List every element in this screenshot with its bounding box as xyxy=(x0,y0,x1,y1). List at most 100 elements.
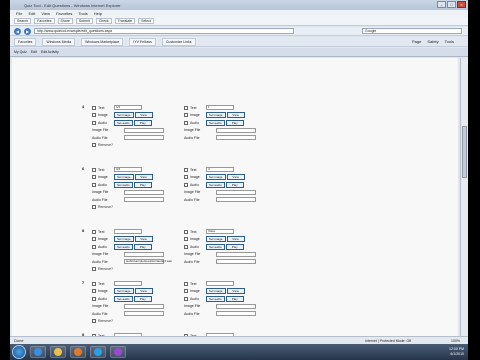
toolbar-share[interactable]: Share xyxy=(57,18,73,24)
play-button[interactable]: Play xyxy=(133,295,152,302)
safety-menu[interactable]: Safety xyxy=(427,39,438,44)
text-input[interactable]: 1/2 xyxy=(114,105,142,111)
menu-edit[interactable]: Edit xyxy=(28,10,35,17)
set-image-button[interactable]: Set image xyxy=(114,288,134,295)
play-button[interactable]: Play xyxy=(225,243,244,250)
audio-checkbox[interactable] xyxy=(92,120,96,125)
set-image-button[interactable]: Set image xyxy=(206,174,226,181)
page-menu[interactable]: Page xyxy=(412,39,421,44)
set-audio-button[interactable]: Set audio xyxy=(206,119,225,126)
tab-edit-activity[interactable]: Edit Activity xyxy=(41,48,59,56)
view-button[interactable]: View xyxy=(226,174,245,181)
search-input[interactable]: Google xyxy=(362,28,462,34)
maximize-button[interactable]: □ xyxy=(447,1,456,8)
set-audio-button[interactable]: Set audio xyxy=(206,243,225,250)
image-file-field[interactable] xyxy=(124,251,164,257)
image-checkbox[interactable] xyxy=(92,175,96,180)
set-audio-button[interactable]: Set audio xyxy=(114,119,133,126)
audio-checkbox[interactable] xyxy=(184,120,188,125)
minimize-button[interactable]: – xyxy=(437,1,446,8)
audio-file-field[interactable] xyxy=(216,259,256,265)
forward-icon[interactable]: ▶ xyxy=(24,27,31,35)
toolbar-select[interactable]: Select xyxy=(138,18,154,24)
view-button[interactable]: View xyxy=(134,112,153,119)
audio-checkbox[interactable] xyxy=(184,296,188,301)
scrollbar-thumb[interactable] xyxy=(462,126,467,178)
audio-file-field[interactable] xyxy=(124,197,164,203)
menu-help[interactable]: Help xyxy=(94,10,102,17)
remove-checkbox[interactable] xyxy=(92,267,96,272)
scrollbar[interactable] xyxy=(460,58,468,336)
back-icon[interactable]: ◀ xyxy=(14,27,21,35)
image-file-field[interactable] xyxy=(124,303,164,309)
fav-link-2[interactable]: Windows Marketplace xyxy=(81,37,124,46)
menu-file[interactable]: File xyxy=(16,10,22,17)
audio-checkbox[interactable] xyxy=(92,296,96,301)
image-file-field[interactable] xyxy=(124,127,164,133)
text-checkbox[interactable] xyxy=(184,105,188,110)
image-checkbox[interactable] xyxy=(184,289,188,294)
toolbar-check[interactable]: Check xyxy=(95,18,112,24)
image-file-field[interactable] xyxy=(124,189,164,195)
image-checkbox[interactable] xyxy=(184,175,188,180)
set-audio-button[interactable]: Set audio xyxy=(114,243,133,250)
text-checkbox[interactable] xyxy=(184,229,188,234)
image-file-field[interactable] xyxy=(216,189,256,195)
text-checkbox[interactable] xyxy=(92,105,96,110)
set-audio-button[interactable]: Set audio xyxy=(206,295,225,302)
audio-file-field[interactable] xyxy=(216,197,256,203)
toolbar-search[interactable]: Search xyxy=(14,18,32,24)
image-file-field[interactable] xyxy=(216,303,256,309)
toolbar-submit[interactable]: Submit xyxy=(75,18,93,24)
text-input[interactable]: 3 xyxy=(206,167,234,173)
text-checkbox[interactable] xyxy=(92,281,96,286)
set-image-button[interactable]: Set image xyxy=(206,236,226,243)
audio-file-field[interactable] xyxy=(216,311,256,317)
favorites-button[interactable]: Favorites xyxy=(14,37,37,46)
view-button[interactable]: View xyxy=(226,112,245,119)
image-file-field[interactable] xyxy=(216,251,256,257)
audio-file-field[interactable]: audio/sample/question/audio4.wav xyxy=(124,259,172,265)
text-input[interactable] xyxy=(114,229,142,235)
remove-checkbox[interactable] xyxy=(92,205,96,210)
view-button[interactable]: View xyxy=(134,236,153,243)
close-button[interactable]: × xyxy=(457,1,466,8)
audio-checkbox[interactable] xyxy=(92,182,96,187)
view-button[interactable]: View xyxy=(226,236,245,243)
play-button[interactable]: Play xyxy=(225,295,244,302)
text-checkbox[interactable] xyxy=(184,167,188,172)
image-checkbox[interactable] xyxy=(92,113,96,118)
text-checkbox[interactable] xyxy=(92,229,96,234)
image-checkbox[interactable] xyxy=(184,113,188,118)
zoom-level[interactable]: 100% xyxy=(451,339,460,343)
menu-tools[interactable]: Tools xyxy=(78,10,87,17)
view-button[interactable]: View xyxy=(134,288,153,295)
text-input[interactable]: 3/4 xyxy=(114,167,142,173)
audio-file-field[interactable] xyxy=(124,311,164,317)
app-taskbar-icon[interactable] xyxy=(110,346,126,358)
media-taskbar-icon[interactable] xyxy=(70,346,86,358)
set-audio-button[interactable]: Set audio xyxy=(114,295,133,302)
set-audio-button[interactable]: Set audio xyxy=(206,181,225,188)
tools-menu[interactable]: Tools xyxy=(445,39,454,44)
fav-link-1[interactable]: Windows Media xyxy=(42,37,76,46)
skype-taskbar-icon[interactable] xyxy=(90,346,106,358)
folder-taskbar-icon[interactable] xyxy=(50,346,66,358)
image-checkbox[interactable] xyxy=(92,289,96,294)
start-button[interactable] xyxy=(12,345,26,359)
set-audio-button[interactable]: Set audio xyxy=(114,181,133,188)
fav-link-3[interactable]: IYV Fellows xyxy=(129,37,156,46)
view-button[interactable]: View xyxy=(134,174,153,181)
remove-checkbox[interactable] xyxy=(92,143,96,148)
image-file-field[interactable] xyxy=(216,127,256,133)
audio-file-field[interactable] xyxy=(124,135,164,141)
audio-file-field[interactable] xyxy=(216,135,256,141)
play-button[interactable]: Play xyxy=(133,181,152,188)
tab-my-quiz[interactable]: My Quiz xyxy=(14,48,27,56)
audio-checkbox[interactable] xyxy=(92,244,96,249)
ie-taskbar-icon[interactable] xyxy=(30,346,46,358)
play-button[interactable]: Play xyxy=(133,243,152,250)
audio-checkbox[interactable] xyxy=(184,244,188,249)
toolbar-translate[interactable]: Translate xyxy=(114,18,136,24)
toolbar-favorites[interactable]: Favorites xyxy=(34,18,55,24)
